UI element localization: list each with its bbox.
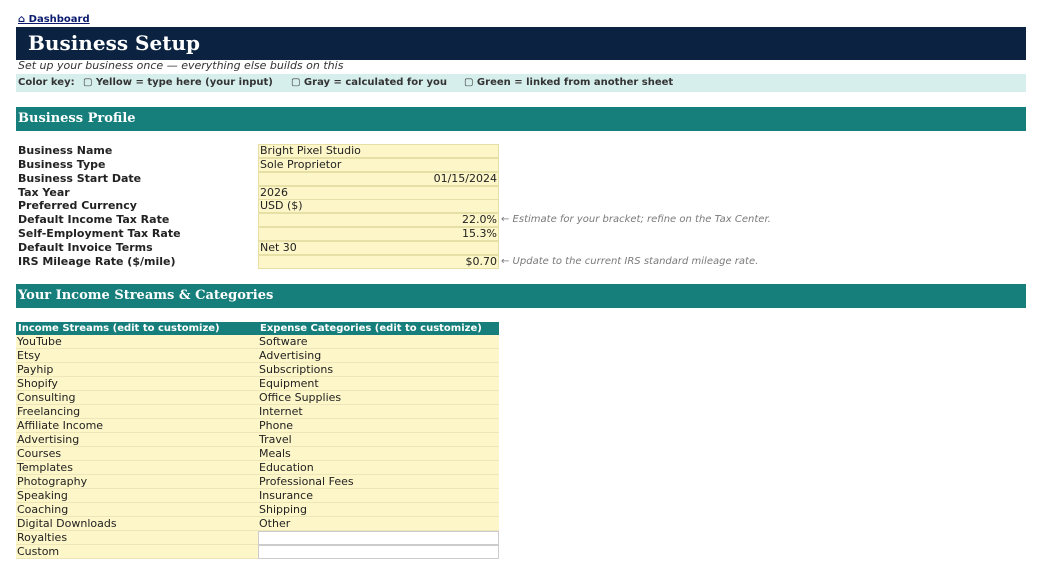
expense-category-cell[interactable]: Subscriptions [258, 363, 499, 377]
income-stream-cell[interactable]: Courses [16, 447, 258, 461]
page-header: Business Setup [16, 27, 1026, 60]
profile-value-field[interactable]: 2026 [258, 186, 499, 200]
business-profile-title: Business Profile [18, 111, 136, 126]
streams-title: Your Income Streams & Categories [18, 288, 274, 303]
income-stream-cell[interactable]: Payhip [16, 363, 258, 377]
profile-note: ← Update to the current IRS standard mil… [501, 256, 759, 267]
profile-value-field[interactable]: 22.0% [258, 213, 499, 227]
color-key-gray: ▢ Gray = calculated for you [291, 77, 448, 88]
income-stream-cell[interactable]: Freelancing [16, 405, 258, 419]
income-stream-cell[interactable]: Speaking [16, 489, 258, 503]
dashboard-link[interactable]: ⌂ Dashboard [18, 14, 90, 25]
profile-label: IRS Mileage Rate ($/mile) [18, 255, 176, 268]
income-stream-cell[interactable]: Shopify [16, 377, 258, 391]
expense-category-cell[interactable]: Insurance [258, 489, 499, 503]
profile-label: Tax Year [18, 186, 70, 199]
expense-category-cell[interactable]: Professional Fees [258, 475, 499, 489]
profile-label: Business Name [18, 144, 113, 157]
profile-label: Default Income Tax Rate [18, 213, 170, 226]
profile-value-field[interactable]: USD ($) [258, 199, 499, 213]
expense-category-cell[interactable]: Office Supplies [258, 391, 499, 405]
expense-category-cell[interactable]: Travel [258, 433, 499, 447]
income-stream-cell[interactable]: Templates [16, 461, 258, 475]
income-stream-cell[interactable]: Digital Downloads [16, 517, 258, 531]
color-key-label: Color key: [18, 77, 75, 88]
income-stream-cell[interactable]: Etsy [16, 349, 258, 363]
business-profile-section-header: Business Profile [16, 107, 1026, 131]
profile-value-field[interactable]: 15.3% [258, 227, 499, 241]
expense-category-cell[interactable]: Meals [258, 447, 499, 461]
expense-category-cell[interactable]: Internet [258, 405, 499, 419]
income-stream-cell[interactable]: Affiliate Income [16, 419, 258, 433]
income-stream-cell[interactable]: Custom [16, 545, 258, 559]
expense-category-cell[interactable]: Equipment [258, 377, 499, 391]
profile-note: ← Estimate for your bracket; refine on t… [501, 214, 771, 225]
income-stream-cell[interactable]: Photography [16, 475, 258, 489]
streams-section-header: Your Income Streams & Categories [16, 284, 1026, 308]
income-stream-cell[interactable]: Advertising [16, 433, 258, 447]
profile-value-field[interactable]: 01/15/2024 [258, 172, 499, 186]
expense-categories-header: Expense Categories (edit to customize) [258, 322, 499, 335]
income-stream-cell[interactable]: YouTube [16, 335, 258, 349]
profile-label: Default Invoice Terms [18, 241, 153, 254]
expense-category-cell[interactable] [258, 531, 499, 545]
expense-category-cell[interactable]: Phone [258, 419, 499, 433]
income-stream-cell[interactable]: Coaching [16, 503, 258, 517]
income-streams-header: Income Streams (edit to customize) [16, 322, 258, 335]
expense-category-cell[interactable]: Advertising [258, 349, 499, 363]
income-stream-cell[interactable]: Consulting [16, 391, 258, 405]
income-stream-cell[interactable]: Royalties [16, 531, 258, 545]
profile-label: Business Start Date [18, 172, 142, 185]
profile-value-field[interactable]: $0.70 [258, 255, 499, 269]
expense-category-cell[interactable]: Software [258, 335, 499, 349]
expense-category-cell[interactable]: Education [258, 461, 499, 475]
page-subtitle: Set up your business once — everything e… [18, 59, 344, 72]
expense-category-cell[interactable] [258, 545, 499, 559]
page-title: Business Setup [28, 31, 200, 55]
profile-value-field[interactable]: Net 30 [258, 241, 499, 255]
color-key-green: ▢ Green = linked from another sheet [464, 77, 674, 88]
expense-category-cell[interactable]: Other [258, 517, 499, 531]
profile-label: Preferred Currency [18, 199, 137, 212]
profile-value-field[interactable]: Sole Proprietor [258, 158, 499, 172]
expense-category-cell[interactable]: Shipping [258, 503, 499, 517]
profile-label: Business Type [18, 158, 106, 171]
profile-label: Self-Employment Tax Rate [18, 227, 181, 240]
profile-value-field[interactable]: Bright Pixel Studio [258, 144, 499, 158]
color-key-yellow: ▢ Yellow = type here (your input) [83, 77, 273, 88]
color-key-bar: Color key: ▢ Yellow = type here (your in… [16, 74, 1026, 92]
